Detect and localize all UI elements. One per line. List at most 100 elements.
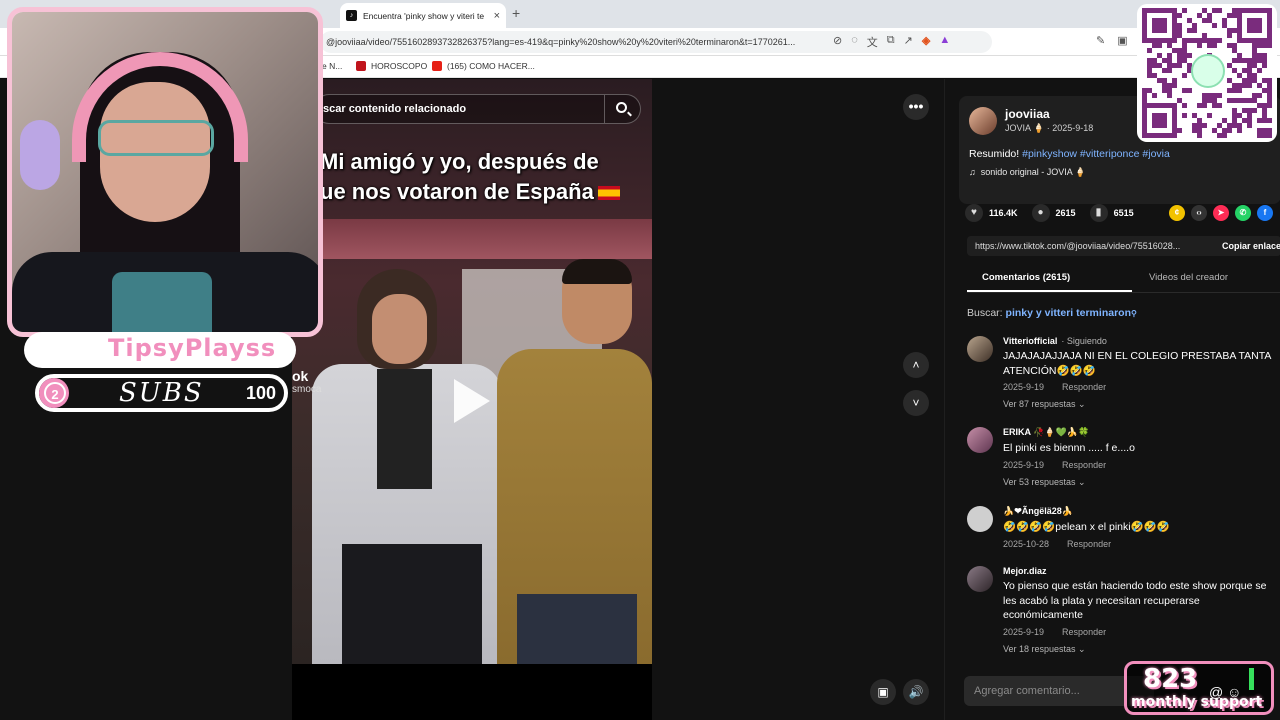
related-search-input[interactable]: scar contenido relacionado: [314, 94, 641, 124]
qr-module: [1262, 43, 1267, 48]
engagement-stats: ♥ 116.4K ● 2615 ▮ 6515: [965, 204, 1134, 222]
embed-icon[interactable]: ‹›: [1191, 205, 1207, 221]
bookmark-item[interactable]: HOROSCOPO: [356, 61, 427, 71]
qr-module: [1262, 118, 1267, 123]
reply-button[interactable]: Responder: [1062, 627, 1106, 637]
sidebar-icon[interactable]: ▣: [1117, 34, 1127, 47]
qr-module: [1237, 8, 1242, 13]
view-replies-button[interactable]: Ver 87 respuestas ⌄: [1003, 399, 1280, 410]
qr-module: [1262, 58, 1267, 63]
coin-share-icon[interactable]: ¢: [1169, 205, 1185, 221]
qr-module: [1262, 63, 1267, 68]
qr-module: [1262, 53, 1267, 58]
video-link-box[interactable]: https://www.tiktok.com/@jooviiaa/video/7…: [967, 236, 1280, 256]
qr-module: [1252, 28, 1257, 33]
heart-icon[interactable]: ♥: [965, 204, 983, 222]
commenter-avatar[interactable]: [967, 427, 993, 453]
qr-module: [1197, 43, 1202, 48]
qr-module: [1172, 23, 1177, 28]
previous-video-button[interactable]: ˄: [903, 352, 929, 378]
open-external-icon[interactable]: ⧉: [887, 34, 895, 50]
comment-search-query[interactable]: pinky y vitteri terminaron: [1006, 307, 1131, 319]
qr-module: [1262, 88, 1267, 93]
brave-rewards-icon[interactable]: ▲: [939, 34, 950, 50]
qr-module: [1172, 13, 1177, 18]
browser-tab[interactable]: ♪ Encuentra 'pinky show y viteri te ×: [340, 3, 506, 28]
search-button[interactable]: [604, 95, 640, 123]
qr-module: [1187, 28, 1192, 33]
qr-module: [1247, 83, 1252, 88]
qr-module: [1172, 118, 1177, 123]
qr-module: [1162, 23, 1167, 28]
qr-module: [1247, 78, 1252, 83]
music-link[interactable]: ♫ sonido original - JOVIA 🍦: [969, 167, 1086, 178]
comment-icon[interactable]: ●: [1031, 204, 1050, 222]
qr-module: [1182, 8, 1187, 13]
watermark-user: smoca: [292, 384, 322, 395]
qr-module: [1207, 93, 1212, 98]
translate-icon[interactable]: 文: [867, 34, 878, 50]
commenter-name[interactable]: Mejor.diaz: [1003, 566, 1280, 576]
qr-module: [1167, 8, 1172, 13]
qr-module: [1232, 13, 1237, 18]
facebook-icon[interactable]: f: [1257, 205, 1273, 221]
qr-module: [1247, 108, 1252, 113]
qr-module: [1182, 103, 1187, 108]
commenter-name-text[interactable]: Vitteriofficial: [1003, 336, 1057, 346]
bookmark-item[interactable]: (165) COMO HACER...: [432, 61, 535, 71]
commenter-avatar[interactable]: [967, 506, 993, 532]
new-tab-button[interactable]: +: [512, 5, 520, 21]
volume-icon[interactable]: 🔊: [903, 679, 929, 705]
pip-icon[interactable]: ▣: [870, 679, 896, 705]
hashtag-link[interactable]: #pinkyshow: [1022, 148, 1077, 160]
send-icon[interactable]: ➤: [1213, 205, 1229, 221]
commenter-avatar[interactable]: [967, 566, 993, 592]
reply-button[interactable]: Responder: [1062, 460, 1106, 470]
hashtag-link[interactable]: #jovia: [1142, 148, 1169, 160]
caption-line-1: Mi amigó y yo, después de: [320, 149, 599, 174]
author-username[interactable]: jooviiaa: [1005, 107, 1050, 121]
qr-module: [1192, 38, 1197, 43]
qr-module: [1147, 48, 1152, 53]
commenter-name[interactable]: 🍌❤Ãngëlä28🍌: [1003, 506, 1280, 517]
qr-module: [1147, 63, 1152, 68]
view-replies-button[interactable]: Ver 53 respuestas ⌄: [1003, 477, 1280, 488]
reply-button[interactable]: Responder: [1062, 382, 1106, 392]
close-tab-icon[interactable]: ×: [494, 10, 500, 22]
no-eye-icon[interactable]: ◌: [851, 34, 858, 50]
qr-module: [1167, 58, 1172, 63]
qr-module: [1182, 48, 1187, 53]
video-player[interactable]: Mi amigó y yo, después de ue nos votaron…: [292, 79, 652, 664]
author-avatar[interactable]: [969, 107, 997, 135]
view-replies-button[interactable]: Ver 18 respuestas ⌄: [1003, 644, 1280, 655]
qr-module: [1262, 38, 1267, 43]
qr-module: [1237, 58, 1242, 63]
play-icon[interactable]: [454, 379, 490, 423]
hashtag-link[interactable]: #vitteriponce: [1080, 148, 1140, 160]
qr-module: [1142, 8, 1147, 13]
search-icon[interactable]: ⚲: [1131, 309, 1137, 318]
bookmark-icon[interactable]: ▮: [1089, 204, 1108, 222]
comment-meta: 2025-10-28 Responder: [1003, 539, 1280, 549]
next-video-button[interactable]: ˅: [903, 390, 929, 416]
qr-module: [1167, 63, 1172, 68]
reply-button[interactable]: Responder: [1067, 539, 1111, 549]
qr-module: [1157, 18, 1162, 23]
whatsapp-icon[interactable]: ✆: [1235, 205, 1251, 221]
qr-module: [1247, 98, 1252, 103]
more-options-button[interactable]: •••: [903, 94, 929, 120]
share-icon[interactable]: ↗: [904, 34, 913, 50]
extensions-icon[interactable]: ✎: [1096, 34, 1105, 47]
commenter-avatar[interactable]: [967, 336, 993, 362]
qr-module: [1147, 68, 1152, 73]
bookmark-item[interactable]: e N...: [322, 61, 342, 71]
qr-module: [1192, 123, 1197, 128]
qr-module: [1242, 118, 1247, 123]
commenter-name[interactable]: ERIKA 🥀🍦💚🍌🍀: [1003, 427, 1280, 438]
tab-creator-videos[interactable]: Videos del creador: [1149, 272, 1228, 283]
tab-comments[interactable]: Comentarios (2615): [982, 272, 1070, 283]
brave-shield-icon[interactable]: ◈: [922, 34, 930, 50]
mute-icon[interactable]: ⊘: [833, 34, 842, 50]
copy-link-button[interactable]: Copiar enlace: [1215, 236, 1280, 256]
qr-module: [1182, 58, 1187, 63]
